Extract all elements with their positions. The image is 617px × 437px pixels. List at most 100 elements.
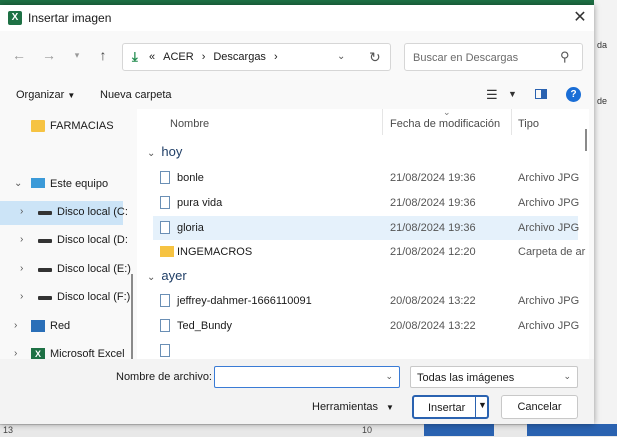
chevron-down-icon[interactable]: ⌄ [385, 371, 393, 382]
nav-item-red[interactable]: › Red [0, 315, 130, 339]
dialog-footer: Nombre de archivo: ⌄ Todas las imágenes … [0, 359, 594, 424]
file-row[interactable]: Ted_Bundy 20/08/2024 13:22 Archivo JPG [153, 314, 580, 338]
insert-image-dialog: X Insertar imagen ✕ ← → ▾ ↑ ⤓ « ACER › Desc… [0, 5, 594, 424]
file-type: Archivo JPG [518, 320, 580, 332]
image-file-icon [160, 171, 170, 184]
breadcrumb-separator-icon: › [273, 51, 278, 63]
tools-button[interactable]: Herramientas ▼ [312, 401, 394, 413]
breadcrumb-separator-icon: › [201, 51, 206, 63]
breadcrumb-item-acer[interactable]: ACER [163, 51, 194, 63]
address-bar[interactable]: ⤓ « ACER › Descargas › ⌄ ↻ [122, 43, 391, 71]
bg-text: da [597, 40, 608, 50]
row-number: 13 [3, 425, 14, 435]
file-type-filter[interactable]: Todas las imágenes ⌄ [410, 366, 578, 388]
download-icon: ⤓ [132, 49, 138, 64]
insert-options-chevron-icon[interactable]: ▼ [478, 400, 487, 410]
column-divider[interactable] [511, 109, 512, 135]
cancel-button[interactable]: Cancelar [501, 395, 578, 419]
organize-button[interactable]: Organizar ▼ [16, 89, 75, 101]
file-name: bonle [177, 172, 204, 184]
column-date[interactable]: Fecha de modificación [390, 118, 500, 130]
breadcrumb-item-descargas[interactable]: Descargas [213, 51, 266, 63]
column-headers: Nombre ⌄ Fecha de modificación Tipo [137, 109, 589, 135]
group-header-ayer[interactable]: ⌄ ayer [147, 268, 187, 283]
up-arrow-icon[interactable]: ↑ [95, 47, 111, 63]
filter-value: Todas las imágenes [417, 372, 515, 384]
chevron-down-icon[interactable]: ⌄ [337, 51, 345, 62]
dialog-title: Insertar imagen [28, 11, 112, 25]
nav-item-label: Disco local (F:) [57, 291, 131, 303]
back-arrow-icon[interactable]: ← [11, 47, 27, 63]
nav-item-label: Disco local (C: [57, 206, 128, 218]
navigation-pane: FARMACIAS ⌄ Este equipo › Disco local (C… [0, 109, 137, 359]
drive-icon [38, 239, 52, 243]
file-name: gloria [177, 222, 204, 234]
refresh-icon[interactable]: ↻ [369, 49, 381, 66]
chevron-right-icon[interactable]: › [20, 234, 23, 245]
nav-item-farmacias[interactable]: FARMACIAS [0, 115, 130, 139]
file-row[interactable]: jeffrey-dahmer-1666110091 20/08/2024 13:… [153, 289, 579, 313]
group-label: hoy [161, 144, 183, 159]
organize-label: Organizar [16, 89, 65, 101]
file-row[interactable]: pura vida 21/08/2024 19:36 Archivo JPG [153, 191, 579, 215]
excel-selection [527, 424, 617, 436]
search-box[interactable]: Buscar en Descargas ⚲ [404, 43, 583, 71]
close-icon[interactable]: ✕ [571, 9, 589, 27]
recent-locations-chevron-icon[interactable]: ▾ [69, 47, 85, 63]
column-type[interactable]: Tipo [518, 118, 539, 130]
image-file-icon [160, 344, 170, 357]
nav-item-disco-d[interactable]: › Disco local (D: [0, 229, 130, 253]
split-divider [475, 397, 476, 417]
image-file-icon [160, 319, 170, 332]
excel-background-right: da de [594, 0, 617, 436]
tools-label: Herramientas [312, 401, 379, 413]
file-row[interactable]: gloria 21/08/2024 19:36 Archivo JPG [153, 216, 580, 240]
file-date: 21/08/2024 12:20 [390, 246, 476, 258]
file-type: Archivo JPG [518, 222, 580, 234]
chevron-right-icon[interactable]: › [20, 263, 23, 274]
column-name[interactable]: Nombre [170, 118, 209, 130]
chevron-right-icon[interactable]: › [20, 206, 23, 217]
help-icon[interactable]: ? [566, 87, 581, 102]
chevron-down-icon[interactable]: ⌄ [14, 178, 22, 189]
filename-input[interactable]: ⌄ [214, 366, 400, 388]
view-list-icon[interactable]: ☰ [486, 87, 498, 103]
nav-item-label: Este equipo [50, 178, 109, 190]
nav-scrollbar[interactable] [131, 274, 133, 359]
navigation-bar: ← → ▾ ↑ ⤓ « ACER › Descargas › ⌄ ↻ Buscar en… [0, 35, 594, 75]
image-file-icon [160, 294, 170, 307]
nav-item-microsoft-excel[interactable]: › X Microsoft Excel [0, 343, 130, 359]
forward-arrow-icon[interactable]: → [41, 47, 57, 63]
search-icon[interactable]: ⚲ [560, 49, 570, 65]
file-date: 21/08/2024 19:36 [390, 197, 476, 209]
chevron-down-icon[interactable]: ▼ [508, 89, 517, 99]
preview-pane-icon[interactable] [535, 89, 547, 99]
search-input[interactable]: Buscar en Descargas [413, 52, 518, 64]
drive-icon [38, 211, 52, 215]
excel-background-bottom: 13 10 [0, 424, 617, 437]
file-name: jeffrey-dahmer-1666110091 [177, 295, 312, 307]
chevron-down-icon: ▼ [386, 403, 394, 412]
file-date: 20/08/2024 13:22 [390, 295, 476, 307]
list-scrollbar[interactable] [585, 129, 587, 151]
nav-item-disco-c[interactable]: › Disco local (C: [0, 201, 128, 225]
chevron-right-icon[interactable]: › [14, 320, 17, 331]
column-divider[interactable] [382, 109, 383, 135]
insert-button[interactable]: Insertar ▼ [412, 395, 489, 419]
file-row[interactable]: bonle 21/08/2024 19:36 Archivo JPG [153, 166, 579, 190]
insert-label: Insertar [428, 402, 466, 414]
file-row[interactable]: INGEMACROS 21/08/2024 12:20 Carpeta de a… [153, 240, 585, 264]
group-header-hoy[interactable]: ⌄ hoy [147, 144, 182, 159]
breadcrumb-overflow[interactable]: « [149, 51, 155, 63]
nav-item-disco-f[interactable]: › Disco local (F:) [0, 286, 130, 310]
new-folder-button[interactable]: Nueva carpeta [100, 89, 172, 101]
breadcrumb: « ACER › Descargas › [149, 51, 286, 63]
chevron-right-icon[interactable]: › [20, 291, 23, 302]
image-file-icon [160, 196, 170, 209]
nav-item-label: Disco local (D: [57, 234, 128, 246]
nav-item-este-equipo[interactable]: ⌄ Este equipo [0, 173, 130, 197]
title-bar: X Insertar imagen ✕ [0, 5, 594, 31]
chevron-right-icon[interactable]: › [14, 348, 17, 359]
file-row-partial[interactable] [153, 339, 578, 359]
nav-item-disco-e[interactable]: › Disco local (E:) [0, 258, 131, 282]
